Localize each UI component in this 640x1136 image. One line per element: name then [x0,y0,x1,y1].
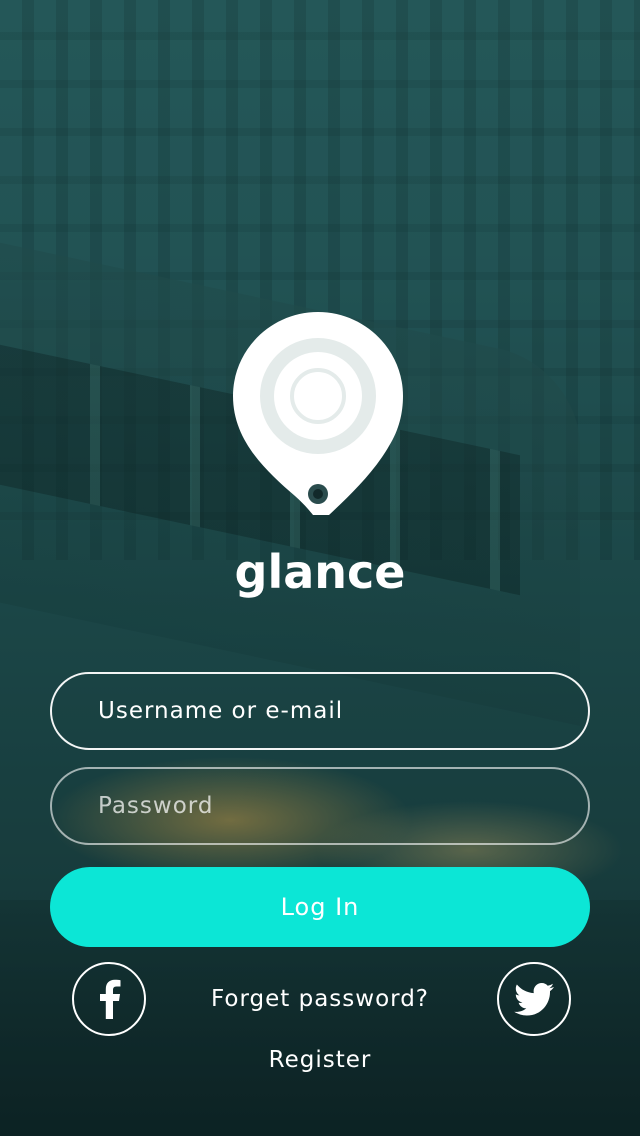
password-input[interactable] [52,769,588,843]
register-label: Register [268,1047,372,1073]
forgot-password-label: Forget password? [210,986,429,1012]
username-input[interactable] [52,674,588,748]
brand-wordmark: glance [234,545,406,599]
register-link[interactable]: Register [0,1047,640,1073]
forgot-password-link[interactable]: Forget password? [0,986,640,1012]
password-field[interactable] [50,767,590,845]
login-button[interactable]: Log In [50,867,590,947]
location-pin-logo-icon [233,312,403,515]
username-field[interactable] [50,672,590,750]
